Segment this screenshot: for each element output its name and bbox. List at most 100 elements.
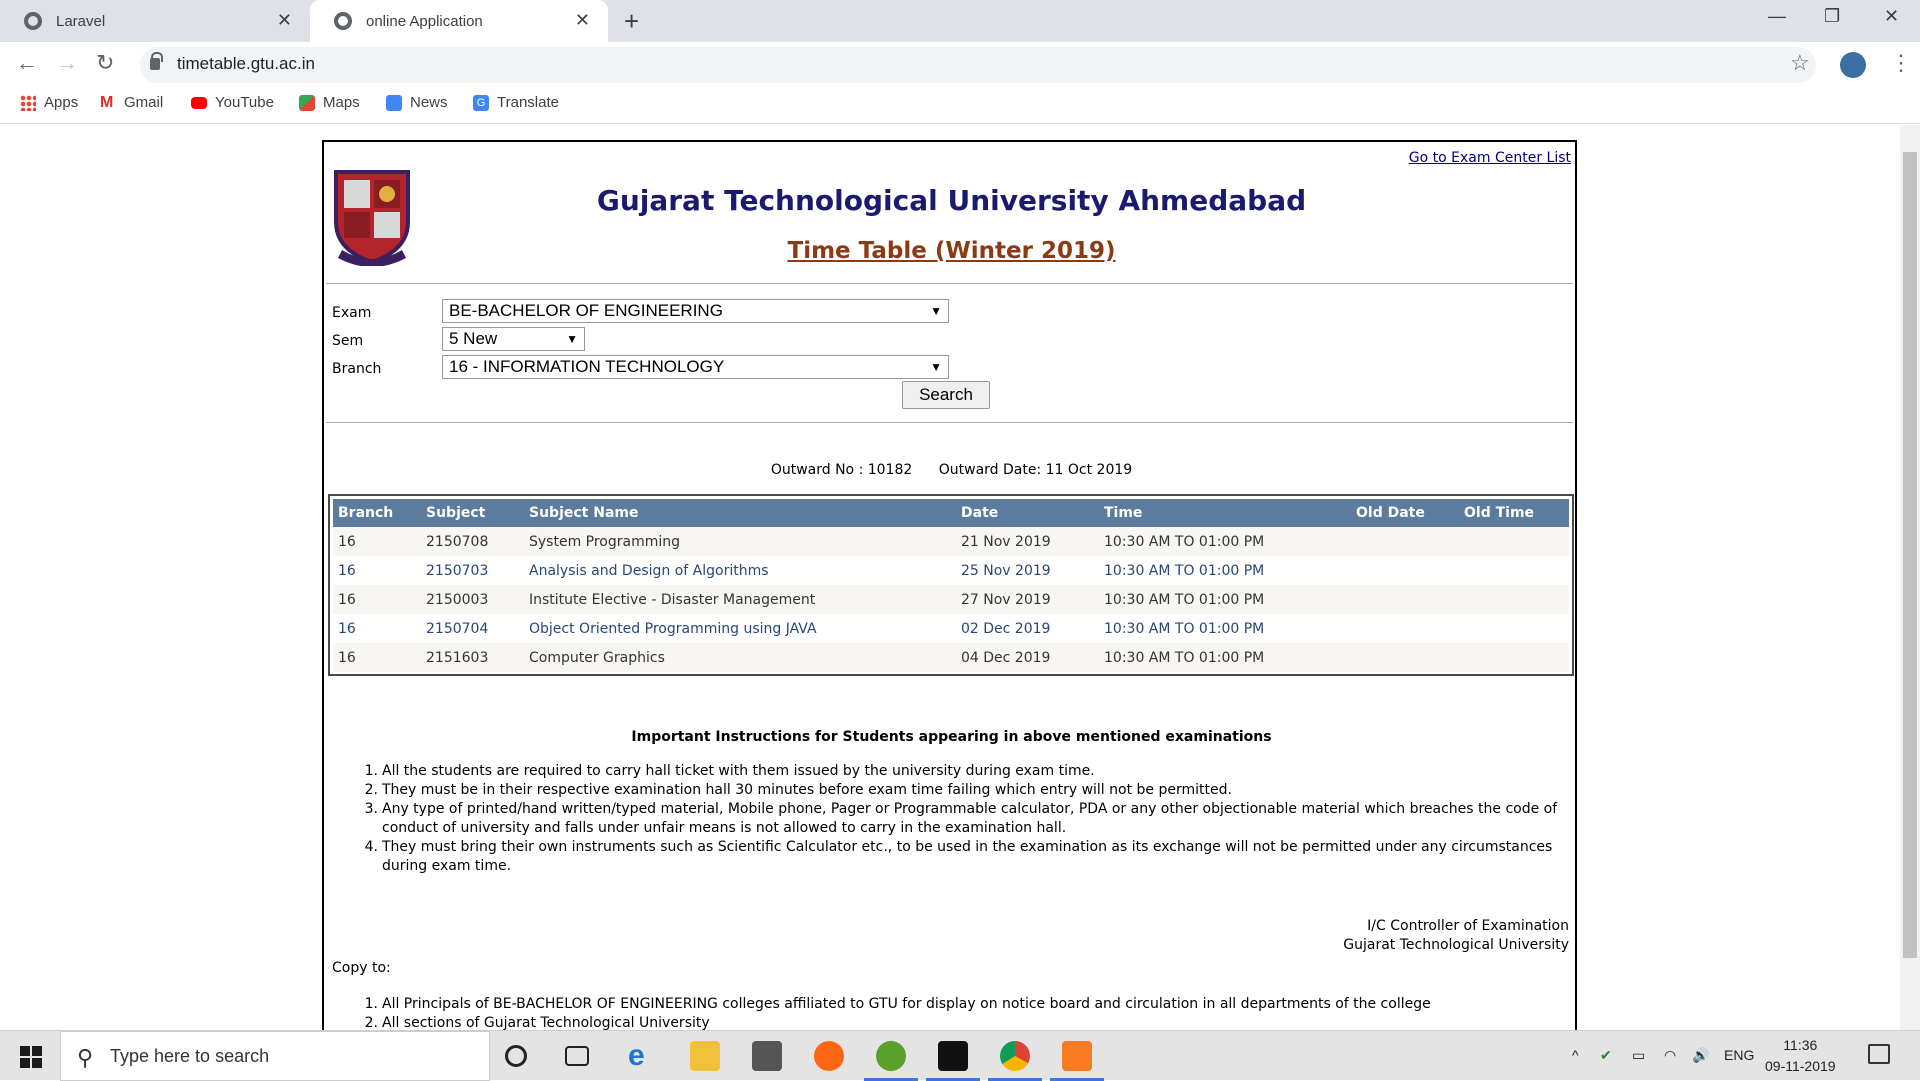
taskbar-search[interactable]: ⚲ Type here to search — [60, 1031, 490, 1081]
close-tab-icon[interactable]: ✕ — [277, 10, 292, 31]
new-tab-button[interactable]: + — [624, 6, 639, 37]
terminal-icon[interactable] — [926, 1041, 980, 1081]
list-item: 2. All sections of Gujarat Technological … — [358, 1014, 1568, 1030]
copy-to-list: 1. All Principals of BE-BACHELOR OF ENGIN… — [358, 995, 1568, 1030]
action-center-icon[interactable] — [1868, 1044, 1890, 1064]
sem-select[interactable]: 5 New ▼ — [442, 327, 585, 351]
branch-select[interactable]: 16 - INFORMATION TECHNOLOGY ▼ — [442, 355, 949, 379]
file-explorer-icon[interactable] — [690, 1041, 720, 1071]
table-cell: 16 — [333, 556, 421, 585]
xampp-icon[interactable] — [1050, 1041, 1104, 1081]
clock-time: 11:36 — [1783, 1037, 1818, 1053]
bookmarks-bar: Apps M Gmail YouTube Maps News G Transla… — [0, 88, 1920, 124]
minimize-icon[interactable]: — — [1768, 6, 1786, 27]
timetable-table-wrapper: Branch Subject Subject Name Date Time Ol… — [328, 494, 1574, 676]
firefox-icon[interactable] — [814, 1041, 844, 1071]
signature-block: I/C Controller of Examination Gujarat Te… — [1343, 917, 1569, 955]
bookmark-gmail[interactable]: M Gmail — [100, 94, 163, 111]
table-cell — [1351, 614, 1459, 643]
menu-icon[interactable]: ⋮ — [1890, 50, 1912, 76]
sem-label: Sem — [332, 333, 364, 349]
table-row: 16 2150704 Object Oriented Programming u… — [333, 614, 1569, 643]
table-cell: 10:30 AM TO 01:00 PM — [1099, 614, 1351, 643]
table-cell: Object Oriented Programming using JAVA — [524, 614, 956, 643]
wifi-icon[interactable]: ◠ — [1664, 1047, 1676, 1064]
list-item: 2. They must be in their respective exami… — [364, 782, 1232, 798]
bookmark-label: Maps — [323, 94, 360, 111]
clock-date: 09-11-2019 — [1765, 1058, 1836, 1074]
reload-icon[interactable]: ↻ — [96, 50, 114, 76]
url-text[interactable]: timetable.gtu.ac.in — [177, 54, 315, 74]
table-cell — [1351, 643, 1459, 672]
back-icon[interactable]: ← — [16, 50, 38, 76]
youtube-icon — [191, 96, 207, 109]
gmail-icon: M — [100, 93, 114, 111]
sem-select-value: 5 New — [449, 329, 498, 348]
restore-icon[interactable]: ❐ — [1824, 6, 1840, 27]
signature-line: I/C Controller of Examination — [1367, 918, 1569, 934]
clock[interactable]: 11:36 09-11-2019 — [1765, 1035, 1836, 1077]
list-item: 1. All the students are required to carry… — [364, 763, 1095, 779]
task-view-icon[interactable] — [565, 1046, 589, 1066]
divider — [326, 283, 1573, 284]
battery-icon[interactable]: ▭ — [1632, 1047, 1645, 1064]
tab-strip: Laravel ✕ online Application ✕ + — ❐ ✕ — [0, 0, 1920, 42]
branch-label: Branch — [332, 361, 382, 377]
bookmark-news[interactable]: News — [386, 94, 448, 111]
chrome-icon[interactable] — [988, 1041, 1042, 1081]
edge-icon[interactable]: e — [628, 1041, 658, 1071]
tab-online-application[interactable]: online Application ✕ — [310, 0, 608, 42]
branch-select-value: 16 - INFORMATION TECHNOLOGY — [449, 357, 725, 376]
table-row: 16 2150708 System Programming 21 Nov 201… — [333, 527, 1569, 556]
instruction-text: Any type of printed/hand written/typed m… — [382, 801, 1558, 836]
security-icon[interactable]: ✔ — [1600, 1047, 1612, 1064]
tab-laravel[interactable]: Laravel ✕ — [0, 0, 310, 42]
instruction-text: They must be in their respective examina… — [382, 782, 1232, 798]
tab-label: Laravel — [56, 12, 106, 30]
outward-info: Outward No : 10182 Outward Date: 11 Oct … — [324, 462, 1579, 478]
signature-line: Gujarat Technological University — [1343, 937, 1569, 953]
apps-grid-icon — [20, 94, 36, 111]
table-cell: 10:30 AM TO 01:00 PM — [1099, 527, 1351, 556]
language-indicator[interactable]: ENG — [1724, 1047, 1754, 1063]
table-header-row: Branch Subject Subject Name Date Time Ol… — [333, 499, 1569, 527]
list-item: 3. Any type of printed/hand written/typed… — [358, 800, 1568, 838]
profile-avatar[interactable] — [1840, 52, 1866, 78]
tab-label: online Application — [366, 12, 483, 30]
mail-icon[interactable] — [752, 1041, 782, 1071]
utorrent-icon[interactable] — [864, 1041, 918, 1081]
exam-label: Exam — [332, 305, 372, 321]
lock-icon[interactable] — [150, 52, 163, 70]
bookmark-label: News — [410, 94, 448, 111]
dropdown-arrow-icon: ▼ — [930, 360, 942, 374]
scrollbar-thumb[interactable] — [1903, 152, 1917, 958]
search-placeholder: Type here to search — [110, 1046, 270, 1066]
list-item: 4. They must bring their own instruments … — [358, 838, 1568, 876]
volume-icon[interactable]: 🔊 — [1692, 1047, 1709, 1064]
table-cell: 2150708 — [421, 527, 524, 556]
search-button[interactable]: Search — [902, 381, 990, 409]
list-item: 1. All Principals of BE-BACHELOR OF ENGIN… — [364, 996, 1431, 1012]
bookmark-star-icon[interactable]: ☆ — [1790, 50, 1810, 76]
table-cell: 2150703 — [421, 556, 524, 585]
forward-icon[interactable]: → — [56, 50, 78, 76]
bookmark-youtube[interactable]: YouTube — [191, 94, 274, 111]
close-window-icon[interactable]: ✕ — [1884, 6, 1899, 27]
windows-start-icon[interactable] — [20, 1046, 42, 1068]
cortana-icon[interactable] — [505, 1045, 527, 1067]
exam-select-value: BE-BACHELOR OF ENGINEERING — [449, 301, 723, 320]
exam-center-list-link[interactable]: Go to Exam Center List — [1409, 150, 1571, 166]
page-viewport: Go to Exam Center List Gujarat Technolog… — [0, 125, 1920, 1030]
omnibox[interactable] — [140, 47, 1816, 83]
table-cell: Computer Graphics — [524, 643, 956, 672]
copy-to-text: All sections of Gujarat Technological Un… — [382, 1015, 710, 1030]
table-cell: 27 Nov 2019 — [956, 585, 1099, 614]
bookmark-apps[interactable]: Apps — [20, 94, 78, 111]
bookmark-maps[interactable]: Maps — [299, 94, 360, 111]
table-cell — [1459, 527, 1569, 556]
taskbar: ⚲ Type here to search e ^ ✔ ▭ ◠ 🔊 ENG 11… — [0, 1030, 1920, 1081]
bookmark-translate[interactable]: G Translate — [473, 94, 559, 111]
close-tab-icon[interactable]: ✕ — [575, 10, 590, 31]
exam-select[interactable]: BE-BACHELOR OF ENGINEERING ▼ — [442, 299, 949, 323]
show-hidden-icons-icon[interactable]: ^ — [1572, 1047, 1579, 1063]
